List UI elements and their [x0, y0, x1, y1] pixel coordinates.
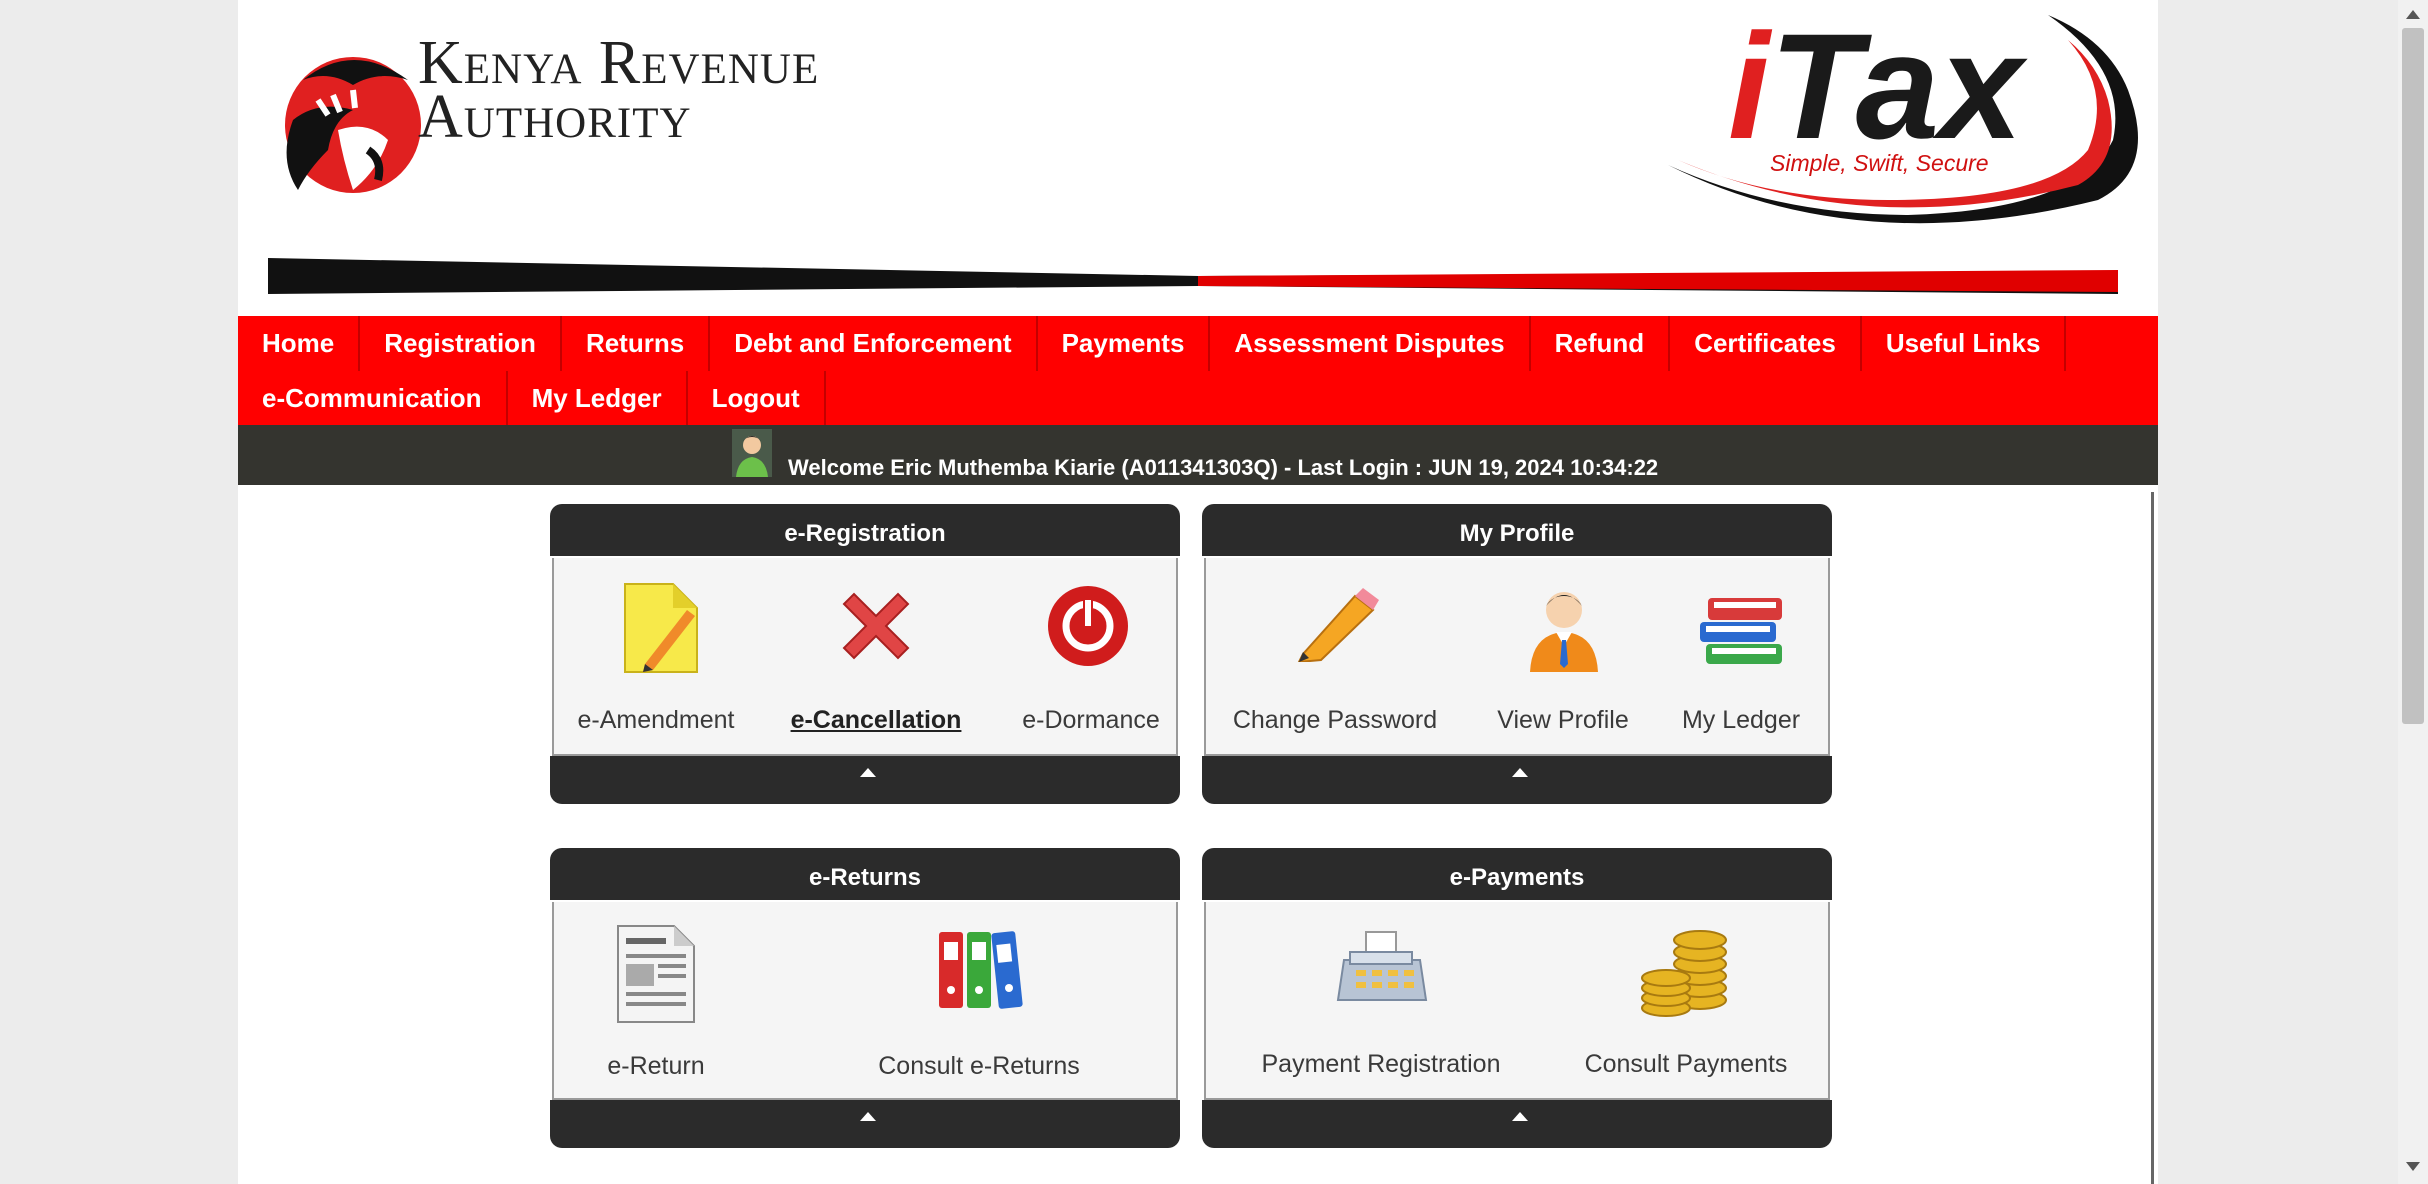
nav-e-communication[interactable]: e-Communication: [238, 371, 508, 426]
payment-registration-tile[interactable]: Payment Registration: [1236, 902, 1526, 1098]
payment-registration-label: Payment Registration: [1261, 1050, 1501, 1078]
nav-registration[interactable]: Registration: [360, 316, 562, 371]
e-payments-panel: e-Payments Payment Registration Consult …: [1202, 848, 1832, 1148]
panel-title: e-Registration: [550, 504, 1180, 556]
e-amendment-tile[interactable]: e-Amendment: [566, 558, 746, 754]
my-profile-panel: My Profile Change Password View Profile …: [1202, 504, 1832, 804]
panel-footer: [550, 756, 1180, 804]
change-password-label: Change Password: [1232, 706, 1438, 734]
e-return-label: e-Return: [607, 1052, 705, 1080]
user-avatar-icon: [732, 429, 772, 477]
my-ledger-label: My Ledger: [1681, 706, 1801, 734]
scroll-up-arrow-icon[interactable]: [2406, 10, 2420, 19]
main-navbar: Home Registration Returns Debt and Enfor…: [238, 316, 2158, 426]
consult-e-returns-tile[interactable]: Consult e-Returns: [854, 902, 1104, 1098]
panel-body: Change Password View Profile My Ledger: [1204, 558, 1830, 756]
e-dormance-label: e-Dormance: [1022, 706, 1160, 734]
e-dormance-tile[interactable]: e-Dormance: [1006, 558, 1176, 754]
nav-returns[interactable]: Returns: [562, 316, 711, 371]
e-cancellation-tile[interactable]: e-Cancellation: [776, 558, 976, 754]
nav-my-ledger[interactable]: My Ledger: [508, 371, 688, 426]
nav-home[interactable]: Home: [238, 316, 361, 371]
view-profile-tile[interactable]: View Profile: [1478, 558, 1648, 754]
welcome-bar: Welcome Eric Muthemba Kiarie (A011341303…: [238, 425, 2158, 485]
consult-payments-tile[interactable]: Consult Payments: [1566, 902, 1806, 1098]
panel-footer: [1202, 756, 1832, 804]
e-cancellation-label: e-Cancellation: [790, 706, 962, 734]
itax-logo-text: iTax: [1728, 2, 2023, 170]
nav-row-2: e-Communication My Ledger Logout: [238, 371, 826, 426]
user-icon: [1530, 592, 1598, 672]
scroll-down-arrow-icon[interactable]: [2406, 1162, 2420, 1171]
panel-footer: [1202, 1100, 1832, 1148]
red-x-icon: [842, 592, 910, 660]
nav-useful-links[interactable]: Useful Links: [1862, 316, 2067, 371]
header-stripe: [268, 258, 2118, 294]
collapse-arrow-icon[interactable]: [860, 768, 876, 777]
panel-footer: [550, 1100, 1180, 1148]
panel-body: e-Return Consult e-Returns: [552, 902, 1178, 1100]
nav-debt-enforcement[interactable]: Debt and Enforcement: [710, 316, 1038, 371]
e-return-tile[interactable]: e-Return: [566, 902, 746, 1098]
page-scrollbar[interactable]: [2398, 0, 2428, 1184]
kra-name-line2: Authority: [418, 83, 692, 151]
welcome-message: Welcome Eric Muthemba Kiarie (A011341303…: [788, 455, 1659, 480]
document-icon: [617, 925, 695, 1023]
collapse-arrow-icon[interactable]: [1512, 1112, 1528, 1121]
books-icon: [1700, 598, 1782, 664]
coins-icon: [1641, 930, 1727, 1017]
power-icon: [1048, 586, 1128, 666]
scroll-thumb[interactable]: [2402, 28, 2424, 724]
binders-icon: [939, 931, 1023, 1009]
e-returns-panel: e-Returns e-Return Consult e-Returns: [550, 848, 1180, 1148]
page: Kenya Revenue Authority iTax Simple, Swi…: [238, 0, 2158, 1184]
view-profile-label: View Profile: [1497, 706, 1629, 734]
panel-body: e-Amendment e-Cancellation e-Dormance: [552, 558, 1178, 756]
my-ledger-tile[interactable]: My Ledger: [1666, 558, 1816, 754]
consult-e-returns-label: Consult e-Returns: [878, 1052, 1080, 1080]
content-divider: [2151, 492, 2154, 1184]
nav-assessment-disputes[interactable]: Assessment Disputes: [1210, 316, 1531, 371]
nav-row-1: Home Registration Returns Debt and Enfor…: [238, 316, 2067, 371]
note-pencil-icon: [624, 583, 698, 673]
pencil-icon: [1297, 588, 1379, 662]
panel-title: e-Returns: [550, 848, 1180, 900]
cash-register-icon: [1336, 931, 1428, 1001]
nav-payments[interactable]: Payments: [1038, 316, 1211, 371]
change-password-tile[interactable]: Change Password: [1220, 558, 1450, 754]
panel-title: My Profile: [1202, 504, 1832, 556]
e-registration-panel: e-Registration e-Amendment e-Cancellatio…: [550, 504, 1180, 804]
collapse-arrow-icon[interactable]: [1512, 768, 1528, 777]
itax-tagline: Simple, Swift, Secure: [1770, 150, 1989, 176]
consult-payments-label: Consult Payments: [1584, 1050, 1788, 1078]
e-amendment-label: e-Amendment: [577, 706, 735, 734]
panel-title: e-Payments: [1202, 848, 1832, 900]
nav-refund[interactable]: Refund: [1531, 316, 1671, 371]
nav-certificates[interactable]: Certificates: [1670, 316, 1862, 371]
collapse-arrow-icon[interactable]: [860, 1112, 876, 1121]
nav-logout[interactable]: Logout: [688, 371, 826, 426]
panel-body: Payment Registration Consult Payments: [1204, 902, 1830, 1100]
